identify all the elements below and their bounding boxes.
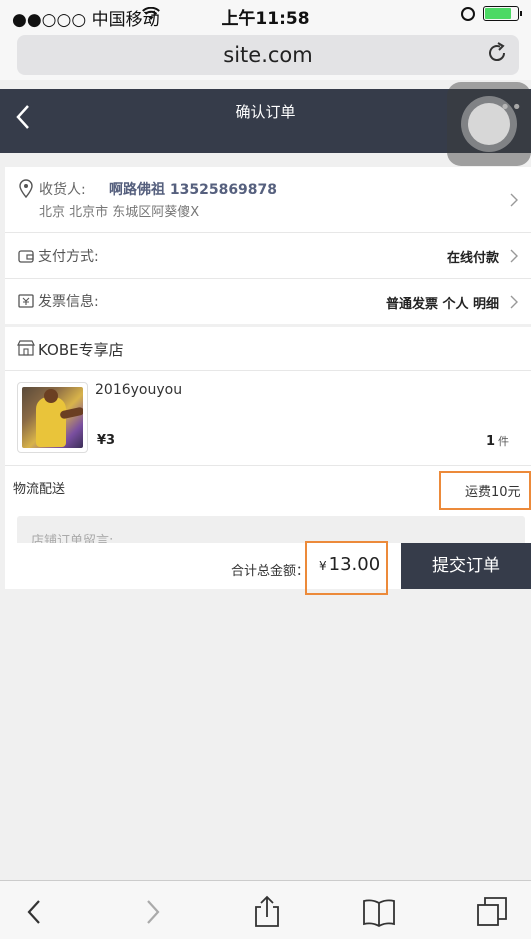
wallet-icon bbox=[18, 250, 34, 263]
address-card[interactable]: 收货人: 啊路佛祖 13525869878 北京 北京市 东城区阿葵傻X bbox=[5, 167, 531, 232]
consignee-label: 收货人: bbox=[39, 182, 86, 198]
order-summary-bar: 合计总金额： ¥13.00 提交订单 bbox=[5, 541, 531, 595]
shipping-row: 物流配送 运费10元 bbox=[5, 466, 531, 516]
address-detail: 北京 北京市 东城区阿葵傻X bbox=[39, 205, 200, 220]
browser-back-icon[interactable] bbox=[18, 895, 52, 929]
clock: 上午11:58 bbox=[221, 9, 310, 29]
payment-row[interactable]: 支付方式: 在线付款 bbox=[5, 233, 531, 278]
total-highlight: ¥13.00 bbox=[305, 541, 388, 595]
invoice-row[interactable]: 发票信息: 普通发票 个人 明细 bbox=[5, 279, 531, 324]
product-name: 2016youyou bbox=[95, 382, 183, 398]
chevron-right-icon bbox=[510, 249, 518, 263]
share-icon[interactable] bbox=[250, 895, 284, 929]
shipping-label: 物流配送 bbox=[13, 482, 66, 497]
url-field[interactable]: site.com bbox=[17, 35, 519, 75]
location-pin-icon bbox=[19, 179, 33, 199]
product-item[interactable]: 2016youyou ¥3 1件 bbox=[5, 371, 531, 465]
browser-toolbar bbox=[0, 880, 531, 939]
submit-order-button[interactable]: 提交订单 bbox=[401, 543, 531, 589]
assistive-touch-button[interactable] bbox=[447, 82, 531, 166]
payment-label: 支付方式: bbox=[38, 249, 99, 265]
browser-forward-icon[interactable] bbox=[135, 895, 169, 929]
product-quantity: 1件 bbox=[485, 434, 509, 449]
quantity-unit: 件 bbox=[498, 435, 509, 448]
payment-value: 在线付款 bbox=[446, 251, 499, 266]
store-note-input[interactable]: 店铺订单留言: bbox=[17, 516, 525, 549]
chevron-right-icon bbox=[510, 295, 518, 309]
battery-icon bbox=[483, 6, 522, 21]
address-bar: site.com bbox=[0, 30, 531, 80]
store-icon bbox=[17, 340, 35, 356]
url-text: site.com bbox=[223, 43, 313, 67]
bookmarks-icon[interactable] bbox=[362, 895, 396, 929]
product-image bbox=[17, 382, 88, 453]
invoice-value: 普通发票 个人 明细 bbox=[385, 297, 499, 312]
tabs-icon[interactable] bbox=[475, 895, 509, 929]
shipping-fee: 运费10元 bbox=[439, 471, 531, 510]
shop-name: KOBE专享店 bbox=[38, 341, 124, 359]
shop-header: KOBE专享店 bbox=[5, 327, 531, 370]
product-price: ¥3 bbox=[97, 433, 116, 448]
invoice-label: 发票信息: bbox=[38, 294, 99, 310]
chevron-right-icon bbox=[510, 193, 518, 207]
consignee-name-phone: 啊路佛祖 13525869878 bbox=[109, 182, 278, 198]
reload-icon[interactable] bbox=[485, 41, 509, 65]
invoice-icon bbox=[18, 294, 34, 308]
total-label: 合计总金额： bbox=[231, 564, 310, 579]
total-amount: ¥13.00 bbox=[319, 554, 381, 575]
alarm-icon bbox=[461, 6, 475, 21]
status-bar: ●●○○○ 中国移动 上午11:58 bbox=[0, 0, 531, 30]
